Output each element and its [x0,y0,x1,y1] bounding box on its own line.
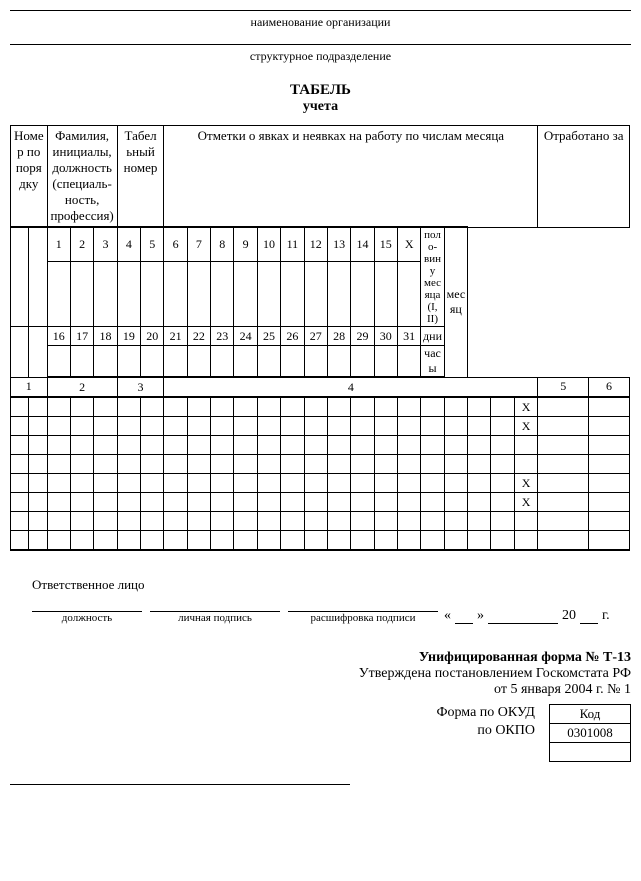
day-16: 16 [47,327,70,346]
form-approved: Утверждена постановлением Госкомстата РФ [10,666,631,682]
colnum-2: 2 [47,377,117,397]
col-name: Фамилия, инициалы, должность (специаль­н… [47,126,117,228]
responsible-label: Ответственное лицо [32,577,145,592]
quote-close: » [477,608,484,624]
department-label: структурное подразделение [10,49,631,64]
day-22: 22 [187,327,210,346]
quote-open: « [444,608,451,624]
day-25: 25 [257,327,280,346]
day-28: 28 [327,327,350,346]
day-29: 29 [351,327,374,346]
day-27: 27 [304,327,327,346]
col-personnel-no: Табель­ный номер [117,126,164,228]
day-9: 9 [234,227,257,262]
code-header: Код [550,705,631,724]
day-31: 31 [397,327,420,346]
year-suffix: г. [602,608,610,624]
colnum-5: 5 [538,377,589,397]
colnum-4: 4 [164,377,538,397]
day-7: 7 [187,227,210,262]
day-12: 12 [304,227,327,262]
okud-label: Форма по ОКУД [436,704,535,722]
day-18: 18 [94,327,117,346]
day-14: 14 [351,227,374,262]
col-number: Номер по порядку [11,126,48,228]
form-name: Унифицированная форма № Т-13 [10,650,631,666]
sig-position-label: должность [32,612,142,624]
table-row [11,531,630,551]
year-20: 20 [562,608,576,624]
bottom-rule [10,784,350,785]
day-3: 3 [94,227,117,262]
day-11: 11 [281,227,304,262]
form-date: от 5 января 2004 г. № 1 [10,682,631,698]
table-row: X [11,474,630,493]
day-6: 6 [164,227,187,262]
col-days: дни [421,327,444,346]
day-19: 19 [117,327,140,346]
table-row [11,512,630,531]
table-row: X [11,417,630,436]
day-10: 10 [257,227,280,262]
okpo-label: по ОКПО [436,722,535,740]
colnum-3: 3 [117,377,164,397]
day-2: 2 [70,227,93,262]
colnum-1: 1 [11,377,48,397]
code-value: 0301008 [550,724,631,743]
day-17: 17 [70,327,93,346]
doc-title: ТАБЕЛЬ [10,82,631,99]
doc-subtitle: учета [10,99,631,115]
day-15: 15 [374,227,397,262]
table-row: X [11,493,630,512]
day-21: 21 [164,327,187,346]
day-23: 23 [211,327,234,346]
day-24: 24 [234,327,257,346]
colnum-6: 6 [589,377,630,397]
day-26: 26 [281,327,304,346]
code-table: Код 0301008 [549,704,631,762]
col-half-month: поло­вину месяца (I, II) [421,227,444,327]
table-row [11,436,630,455]
table-row [11,455,630,474]
day-x: X [397,227,420,262]
sig-signature-label: личная подпись [150,612,280,624]
timesheet-table: Номер по порядку Фамилия, инициалы, долж… [10,125,630,551]
col-worked: Отработано за [538,126,630,228]
day-13: 13 [327,227,350,262]
org-name-label: наименование организации [10,15,631,30]
sig-decoding-label: расшифровка подписи [288,612,438,624]
day-8: 8 [211,227,234,262]
day-20: 20 [141,327,164,346]
col-hours: часы [421,346,444,378]
day-1: 1 [47,227,70,262]
col-attendance: Отметки о явках и неявках на работу по ч… [164,126,538,228]
col-month: месяц [444,227,467,377]
day-30: 30 [374,327,397,346]
day-5: 5 [141,227,164,262]
table-row: X [11,397,630,417]
day-4: 4 [117,227,140,262]
